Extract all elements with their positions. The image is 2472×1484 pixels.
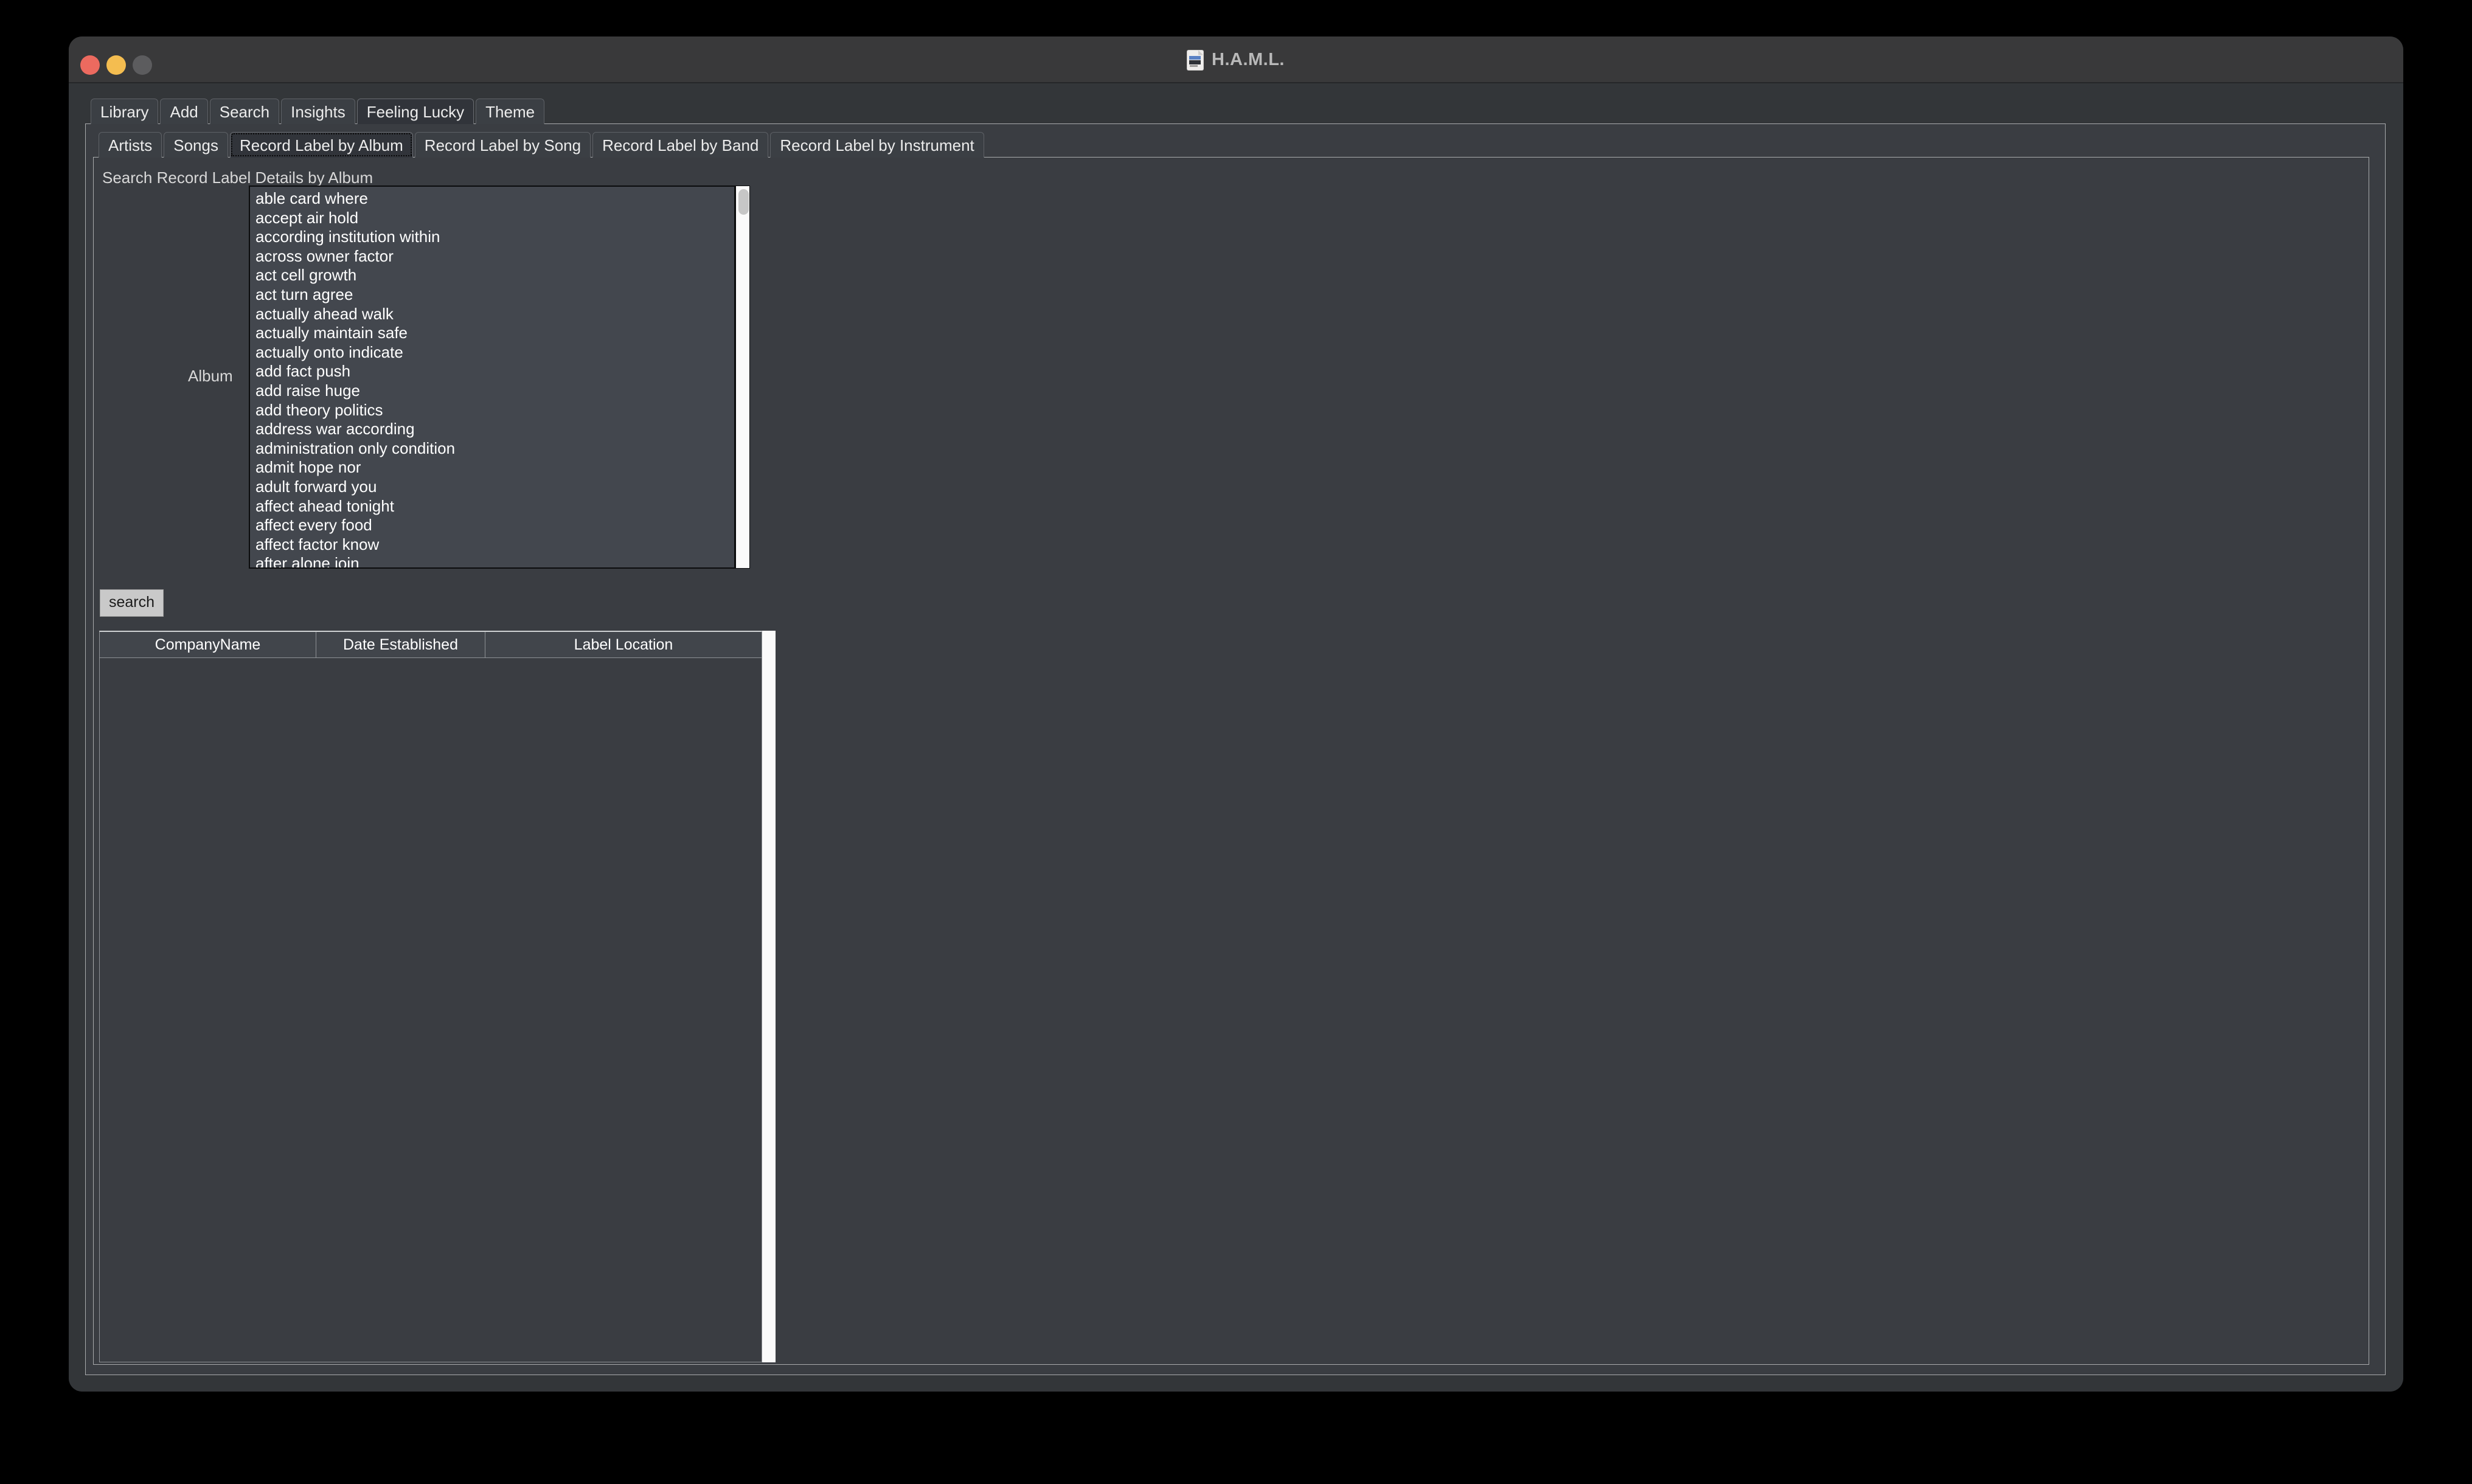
tab-label: Theme (485, 102, 535, 121)
results-table[interactable]: CompanyName Date Established Label Locat… (99, 631, 762, 1362)
tab-label: Search (219, 102, 270, 121)
list-item[interactable]: affect ahead tonight (250, 497, 734, 516)
secondary-notebook: Artists Songs Record Label by Album Reco… (93, 131, 2369, 1365)
window-body: Library Add Search Insights Feeling Luck… (69, 83, 2403, 1392)
tab-label: Insights (291, 102, 345, 121)
list-item[interactable]: affect every food (250, 516, 734, 535)
zoom-window-button[interactable] (133, 55, 152, 75)
results-table-scrollbar[interactable] (762, 631, 776, 1362)
tab-record-label-by-instrument[interactable]: Record Label by Instrument (770, 132, 984, 158)
column-header-date-established[interactable]: Date Established (316, 632, 485, 657)
results-container: CompanyName Date Established Label Locat… (99, 631, 782, 1362)
tab-theme[interactable]: Theme (476, 99, 545, 124)
column-header-label-location[interactable]: Label Location (485, 632, 762, 657)
primary-notebook-page: Artists Songs Record Label by Album Reco… (85, 123, 2386, 1375)
tab-label: Songs (173, 136, 218, 154)
tab-add[interactable]: Add (160, 99, 208, 124)
results-table-body (100, 658, 762, 1362)
tab-label: Record Label by Band (602, 136, 759, 154)
column-header-companyname[interactable]: CompanyName (100, 632, 316, 657)
tab-label: Feeling Lucky (366, 102, 465, 121)
list-item[interactable]: address war according (250, 420, 734, 439)
title-bar: H.A.M.L. (69, 36, 2403, 83)
tab-record-label-by-song[interactable]: Record Label by Song (414, 132, 591, 158)
primary-notebook: Library Add Search Insights Feeling Luck… (85, 97, 2386, 1376)
window-title: H.A.M.L. (1212, 50, 1285, 69)
list-item[interactable]: administration only condition (250, 439, 734, 459)
document-icon (1187, 50, 1203, 70)
list-item[interactable]: admit hope nor (250, 458, 734, 477)
list-item[interactable]: able card where (250, 189, 734, 209)
search-button[interactable]: search (100, 589, 164, 617)
list-item[interactable]: add theory politics (250, 401, 734, 420)
tab-record-label-by-album[interactable]: Record Label by Album (229, 132, 413, 158)
list-item[interactable]: act cell growth (250, 266, 734, 285)
list-item[interactable]: add fact push (250, 362, 734, 381)
secondary-notebook-page: Search Record Label Details by Album Alb… (93, 157, 2369, 1365)
tab-label: Record Label by Instrument (780, 136, 974, 154)
tab-label: Record Label by Song (424, 136, 582, 154)
album-listbox-container: able card where accept air hold accordin… (249, 186, 760, 569)
list-item[interactable]: act turn agree (250, 285, 734, 305)
tab-label: Library (100, 102, 149, 121)
album-field-label: Album (188, 367, 233, 385)
tab-label: Artists (108, 136, 153, 154)
tab-feeling-lucky[interactable]: Feeling Lucky (356, 99, 474, 124)
list-item[interactable]: after alone join (250, 554, 734, 567)
list-item[interactable]: accept air hold (250, 209, 734, 228)
list-item[interactable]: add raise huge (250, 381, 734, 401)
album-selector-row: Album able card where accept air hold ac… (94, 186, 750, 570)
list-item[interactable]: adult forward you (250, 477, 734, 497)
list-item[interactable]: actually onto indicate (250, 343, 734, 362)
list-item[interactable]: actually ahead walk (250, 305, 734, 324)
close-window-button[interactable] (80, 55, 100, 75)
tab-artists[interactable]: Artists (99, 132, 162, 158)
scrollbar-thumb[interactable] (738, 189, 749, 215)
title-group: H.A.M.L. (69, 36, 2403, 83)
application-window: H.A.M.L. Library Add Search Insights Fee… (69, 36, 2403, 1392)
results-table-header: CompanyName Date Established Label Locat… (100, 632, 762, 658)
list-item[interactable]: affect factor know (250, 535, 734, 555)
tab-search[interactable]: Search (209, 99, 280, 124)
tab-label: Record Label by Album (239, 136, 403, 154)
tab-library[interactable]: Library (91, 99, 159, 124)
tab-insights[interactable]: Insights (281, 99, 355, 124)
list-item[interactable]: across owner factor (250, 247, 734, 266)
list-item[interactable]: according institution within (250, 227, 734, 247)
album-listbox[interactable]: able card where accept air hold accordin… (249, 186, 735, 569)
tab-record-label-by-band[interactable]: Record Label by Band (592, 132, 769, 158)
panel-heading: Search Record Label Details by Album (102, 168, 373, 187)
album-listbox-scrollbar[interactable] (735, 186, 750, 569)
minimize-window-button[interactable] (106, 55, 126, 75)
list-item[interactable]: actually maintain safe (250, 324, 734, 343)
primary-tabstrip: Library Add Search Insights Feeling Luck… (85, 97, 2386, 124)
secondary-tabstrip: Artists Songs Record Label by Album Reco… (93, 131, 2369, 158)
tab-label: Add (170, 102, 198, 121)
tab-songs[interactable]: Songs (164, 132, 228, 158)
